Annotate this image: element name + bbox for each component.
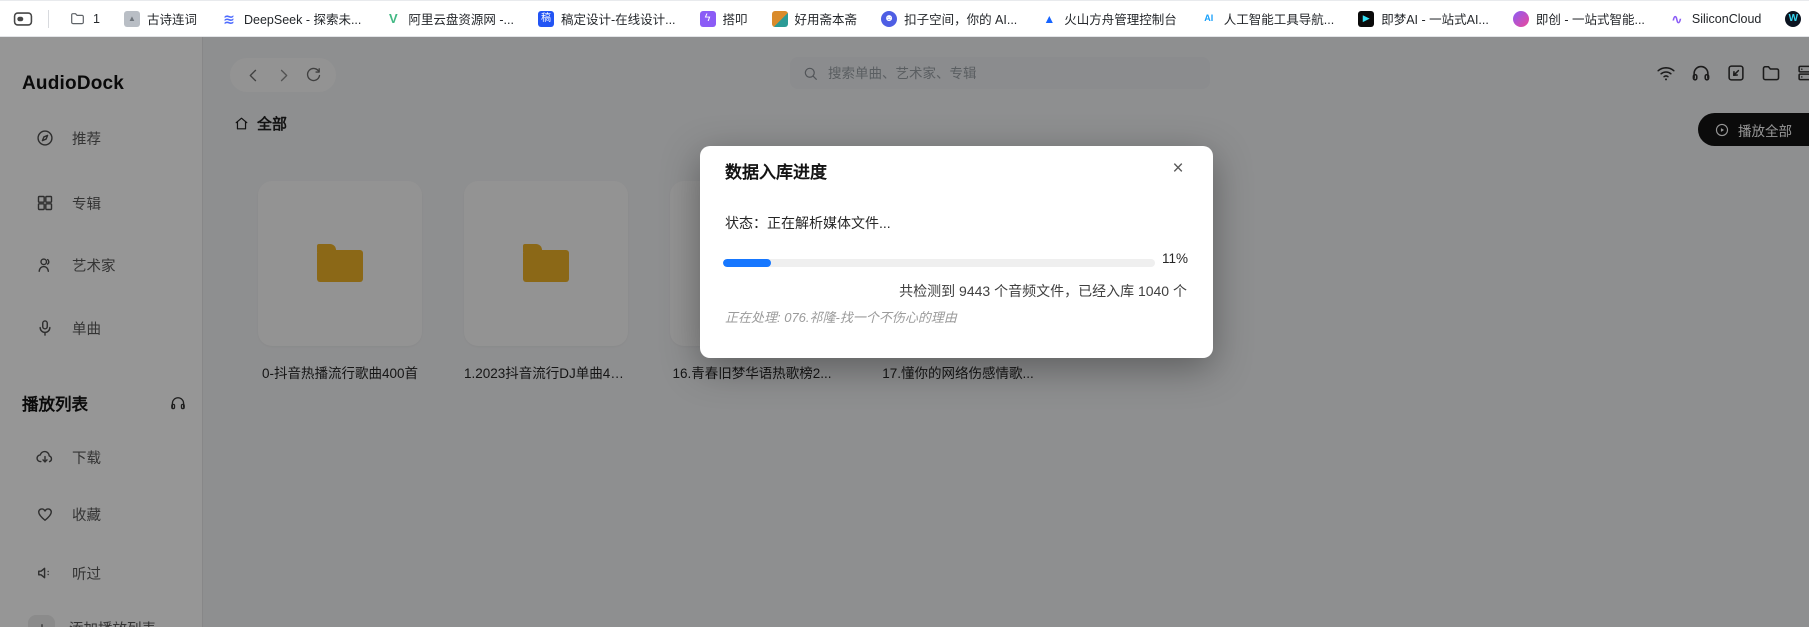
- detected-count-text: 共检测到 9443 个音频文件，已经入库 1040 个: [899, 283, 1187, 299]
- bookmark-vidu[interactable]: WVidu AI - 极速...: [1785, 9, 1803, 28]
- progress-percent: 11%: [1162, 251, 1189, 266]
- gushilianci-favicon: ▲: [123, 10, 140, 27]
- bookmark-label: 好用斋本斋: [794, 13, 858, 27]
- bookmark-jichuang[interactable]: 即创 - 一站式智能...: [1512, 9, 1645, 28]
- bookmark-gaoding[interactable]: 稿稿定设计-在线设计...: [537, 9, 676, 28]
- dialog-title: 数据入库进度: [725, 163, 827, 182]
- progress-bar: [723, 259, 1155, 267]
- haoyongzhai-favicon: [771, 10, 788, 27]
- browser-bookmarks-bar: 1 ▲ 古诗连词 ≋ DeepSeek - 探索未... V 阿里云盘资源网 -... 稿稿定…: [0, 0, 1809, 37]
- bookmark-label: 即创 - 一站式智能...: [1535, 13, 1645, 27]
- gaoding-favicon: 稿: [537, 10, 554, 27]
- bookmark-label: 1: [93, 11, 100, 26]
- status-text: 状态：正在解析媒体文件...: [725, 215, 891, 231]
- bookmark-kouzi[interactable]: ☻ 扣子空间，你的 AI...: [881, 9, 1017, 28]
- jimeng-favicon: ▶: [1358, 10, 1375, 27]
- bookmark-label: 搭叩: [722, 13, 748, 27]
- progress-fill: [723, 259, 771, 267]
- bookmark-label: 古诗连词: [146, 13, 197, 27]
- dakou-favicon: ϟ: [699, 10, 716, 27]
- bookmark-label: SiliconCloud: [1691, 11, 1762, 26]
- bookmark-ai-nav[interactable]: AI 人工智能工具导航...: [1201, 9, 1334, 28]
- bookmark-haoyongzhai[interactable]: 好用斋本斋: [771, 9, 858, 28]
- import-progress-dialog: 数据入库进度 × 状态：正在解析媒体文件... 11% 共检测到 9443 个音…: [700, 146, 1213, 358]
- bookmark-deepseek[interactable]: ≋ DeepSeek - 探索未...: [221, 9, 361, 28]
- bookmark-label: 人工智能工具导航...: [1223, 13, 1335, 27]
- bookmark-label: 火山方舟管理控制台: [1064, 13, 1177, 27]
- bookmark-siliconcloud[interactable]: ∿ SiliconCloud: [1669, 11, 1761, 27]
- bookmark-label: DeepSeek - 探索未...: [243, 13, 362, 27]
- bookmark-huoshan[interactable]: ▲ 火山方舟管理控制台: [1041, 9, 1177, 28]
- huoshan-favicon: ▲: [1043, 11, 1056, 26]
- jichuang-favicon: [1512, 10, 1529, 27]
- bookmark-aliyunpan[interactable]: V 阿里云盘资源网 -...: [385, 9, 514, 28]
- siliconcloud-favicon: ∿: [1671, 10, 1683, 27]
- ai-nav-favicon: AI: [1204, 13, 1214, 23]
- kouzi-favicon: ☻: [881, 10, 898, 27]
- bookmarks-bar-separator: [48, 9, 49, 28]
- deepseek-favicon: ≋: [223, 10, 235, 27]
- processing-file-text: 正在处理: 076.祁隆-找一个不伤心的理由: [725, 310, 957, 325]
- bookmark-gushilianci[interactable]: ▲ 古诗连词: [123, 9, 197, 28]
- bookmark-label: 即梦AI - 一站式AI...: [1381, 13, 1489, 27]
- bookmark-dakou[interactable]: ϟ 搭叩: [699, 9, 748, 28]
- vidu-favicon: W: [1785, 10, 1802, 27]
- bookmark-jimeng[interactable]: ▶ 即梦AI - 一站式AI...: [1358, 9, 1489, 28]
- bookmark-label: 阿里云盘资源网 -...: [408, 13, 514, 27]
- aliyunpan-favicon: V: [389, 11, 398, 26]
- close-icon[interactable]: ×: [1165, 156, 1191, 182]
- bookmark-label: 扣子空间，你的 AI...: [904, 13, 1018, 27]
- audiodock-window: AudioDock 推荐专辑艺术家单曲 播放列表 下载收藏听过 添加播放列表 全…: [0, 37, 1809, 627]
- bookmarks-list: 1 ▲ 古诗连词 ≋ DeepSeek - 探索未... V 阿里云盘资源网 -... 稿稿定…: [57, 9, 1803, 28]
- bookmarks-folder-icon: [69, 10, 86, 27]
- bookmark-label: 稿定设计-在线设计...: [560, 13, 676, 27]
- bookmark-folder-1[interactable]: 1: [69, 10, 100, 27]
- sidebar-panel-icon[interactable]: [12, 8, 34, 30]
